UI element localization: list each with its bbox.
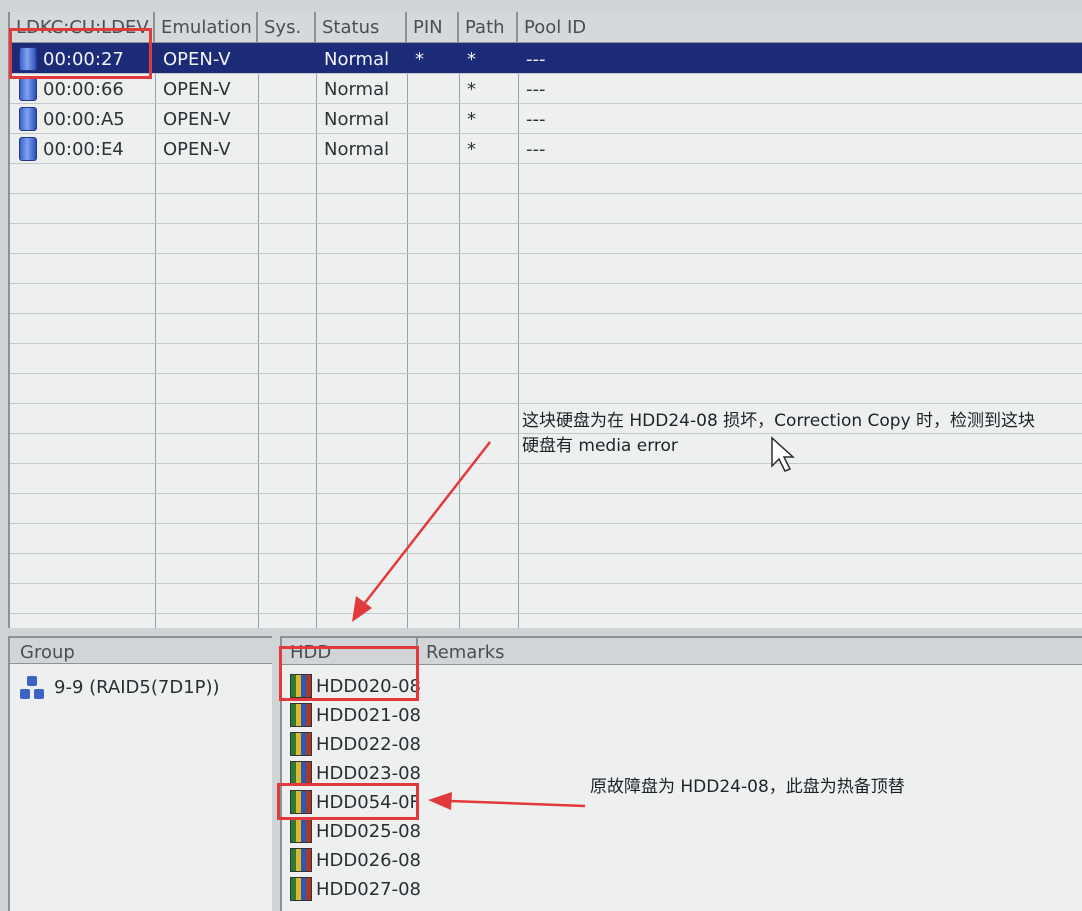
cell-pool-id: --- [526, 109, 546, 130]
cell-sys [258, 43, 316, 73]
cell-emulation: OPEN-V [163, 79, 231, 100]
grid-row-line [10, 403, 1082, 404]
grid-row-line [10, 613, 1082, 614]
grid-row-line [10, 373, 1082, 374]
raid-group-item[interactable]: 9-9 (RAID5(7D1P)) [54, 674, 220, 702]
cell-status: Normal [324, 49, 390, 70]
hdd-drive-icon [290, 703, 312, 727]
cell-emulation: OPEN-V [163, 49, 231, 70]
cell-emulation: OPEN-V [163, 109, 231, 130]
cell-path: * [467, 79, 476, 100]
cell-ldev: 00:00:A5 [43, 109, 125, 130]
grid-row-line [10, 313, 1082, 314]
hdd-drive-icon [290, 848, 312, 872]
cell-status: Normal [324, 79, 390, 100]
annotation-note-1a: 这块硬盘为在 HDD24-08 损坏，Correction Copy 时，检测到… [522, 411, 1036, 431]
group-column-header[interactable]: Group [10, 638, 272, 664]
grid-row-line [10, 343, 1082, 344]
cell-pool-id: --- [526, 139, 546, 160]
hdd-drive-icon [290, 732, 312, 756]
hdd-label: HDD022-08 [316, 734, 422, 755]
col-header-sys[interactable]: Sys. [258, 12, 316, 42]
grid-row-line [10, 523, 1082, 524]
grid-row-line [10, 463, 1082, 464]
col-header-pin[interactable]: PIN [407, 12, 459, 42]
grid-row-line [10, 223, 1082, 224]
cell-sys [258, 133, 316, 163]
col-header-path[interactable]: Path [459, 12, 518, 42]
cell-pin [407, 103, 459, 133]
raid-group-icon [18, 676, 48, 702]
cell-pool-id: --- [526, 49, 546, 70]
cell-sys [258, 103, 316, 133]
hdd-label: HDD025-08 [316, 821, 422, 842]
cell-pin [407, 73, 459, 103]
highlight-box-hdd054 [277, 783, 419, 820]
grid-row-line [10, 553, 1082, 554]
col-header-remarks[interactable]: Remarks [418, 638, 1082, 664]
grid-row-line [10, 493, 1082, 494]
ldev-table: LDKC:CU:LDEV Emulation Sys. Status PIN P… [8, 12, 1082, 628]
cell-path: * [467, 139, 476, 160]
cell-emulation: OPEN-V [163, 139, 231, 160]
table-row[interactable]: 00:00:27 OPEN-V Normal * * --- [10, 43, 1082, 73]
cell-sys [258, 73, 316, 103]
col-header-emulation[interactable]: Emulation [155, 12, 258, 42]
hdd-label: HDD026-08 [316, 850, 422, 871]
hdd-drive-icon [290, 877, 312, 901]
cell-pin: * [415, 49, 424, 70]
cell-path: * [467, 49, 476, 70]
col-header-pool-id[interactable]: Pool ID [518, 12, 1082, 42]
highlight-box-hdd020 [279, 646, 419, 701]
grid-row-line [10, 193, 1082, 194]
hdd-drive-icon [290, 761, 312, 785]
table-row[interactable]: 00:00:E4 OPEN-V Normal * --- [10, 133, 1082, 163]
grid-row-line [10, 583, 1082, 584]
cell-path: * [467, 109, 476, 130]
ldev-table-header: LDKC:CU:LDEV Emulation Sys. Status PIN P… [10, 12, 1082, 43]
cell-pool-id: --- [526, 79, 546, 100]
cell-pin [407, 133, 459, 163]
hdd-label: HDD021-08 [316, 705, 422, 726]
highlight-box-ldev [9, 28, 152, 79]
table-row[interactable]: 00:00:66 OPEN-V Normal * --- [10, 73, 1082, 103]
grid-row-line [10, 283, 1082, 284]
grid-row-line [10, 253, 1082, 254]
annotation-note-2: 原故障盘为 HDD24-08，此盘为热备顶替 [590, 777, 905, 797]
col-header-status[interactable]: Status [316, 12, 407, 42]
cell-status: Normal [324, 139, 390, 160]
hdd-drive-icon [290, 819, 312, 843]
table-row[interactable]: 00:00:A5 OPEN-V Normal * --- [10, 103, 1082, 133]
cell-status: Normal [324, 109, 390, 130]
group-panel: Group 9-9 (RAID5(7D1P)) [8, 636, 272, 911]
grid-row-line [10, 163, 1082, 164]
cell-ldev: 00:00:E4 [43, 139, 124, 160]
annotation-note-1b: 硬盘有 media error [522, 436, 678, 456]
hdd-label: HDD027-08 [316, 879, 422, 900]
